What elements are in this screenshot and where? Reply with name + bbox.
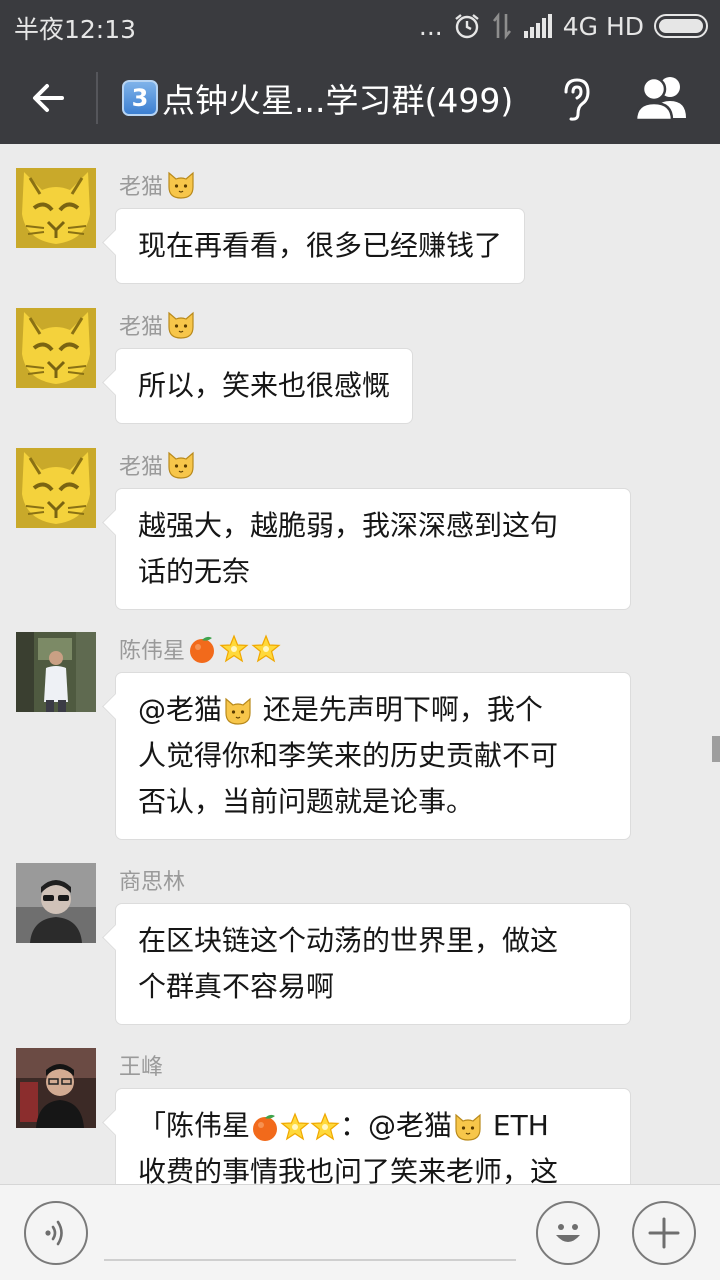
signal-icon <box>523 14 552 38</box>
star-emoji-icon <box>219 634 249 664</box>
alarm-icon <box>454 14 479 39</box>
avatar-wang-feng[interactable] <box>16 1048 96 1128</box>
message-text: 话的无奈 <box>138 555 251 588</box>
cat-emoji-icon <box>165 169 197 201</box>
message-bubble[interactable]: 所以，笑来也很感慨 <box>115 348 414 424</box>
sender-name-text: 商思林 <box>119 870 186 895</box>
avatar-cat[interactable] <box>16 168 96 248</box>
orange-emoji-icon <box>187 634 217 664</box>
message-bubble[interactable]: 越强大，越脆弱，我深深感到这句 话的无奈 <box>115 488 631 610</box>
sender-name-text: 老猫 <box>119 315 164 340</box>
message-text: 还是先声明下啊，我个 <box>254 693 543 726</box>
message-input[interactable] <box>104 1199 516 1261</box>
quote-text: ETH <box>484 1109 549 1142</box>
message-text: 人觉得你和李笑来的历史贡献不可 <box>138 739 559 772</box>
message-bubble[interactable]: 在区块链这个动荡的世界里，做这 个群真不容易啊 <box>115 903 631 1025</box>
star-emoji-icon <box>251 634 281 664</box>
mention-text[interactable]: @老猫 <box>138 693 222 726</box>
back-arrow-icon <box>33 84 64 112</box>
keycap-badge: 3 <box>122 80 158 116</box>
sender-name: 老猫 <box>119 169 197 201</box>
sender-name-text: 王峰 <box>119 1055 164 1080</box>
message-bubble[interactable]: 「陈伟星 ：@老猫 ETH 收费的事情我也问了笑来老师，这 <box>115 1088 631 1184</box>
ear-icon <box>564 78 590 121</box>
cat-emoji-icon <box>165 449 197 481</box>
cat-emoji-icon <box>222 695 254 727</box>
star-emoji-icon <box>310 1112 340 1142</box>
scrollbar-thumb[interactable] <box>712 736 720 762</box>
message-bubble[interactable]: @老猫 还是先声明下啊，我个 人觉得你和李笑来的历史贡献不可 否认，当前问题就是… <box>115 672 631 840</box>
voice-button[interactable] <box>24 1201 88 1265</box>
sender-name: 陈伟星 <box>119 633 281 665</box>
message-text: 在区块链这个动荡的世界里，做这 <box>138 924 559 957</box>
plus-button[interactable] <box>632 1201 696 1265</box>
message-text: 所以，笑来也很感慨 <box>138 369 391 402</box>
message-text: 收费的事情我也问了笑来老师，这 <box>138 1155 559 1184</box>
emoji-icon <box>556 1224 580 1242</box>
message-text: 越强大，越脆弱，我深深感到这句 <box>138 509 559 542</box>
chat-header: 3 点钟火星...学习群(499) <box>0 52 720 144</box>
cat-emoji-icon <box>165 309 197 341</box>
data-transfer-icon <box>492 12 511 40</box>
sender-name: 老猫 <box>119 449 197 481</box>
group-members-button[interactable] <box>630 72 698 124</box>
message-line: @老猫 还是先声明下啊，我个 <box>138 687 608 733</box>
avatar-cat[interactable] <box>16 308 96 388</box>
avatar-shang-silin[interactable] <box>16 863 96 943</box>
sender-name: 商思林 <box>119 864 185 896</box>
emoji-button[interactable] <box>536 1201 600 1265</box>
status-bar: 半夜12:13 ... 4G HD <box>0 0 720 52</box>
cat-emoji-icon <box>452 1111 484 1143</box>
orange-emoji-icon <box>250 1112 280 1142</box>
message-line: 「陈伟星 ：@老猫 ETH <box>138 1103 608 1149</box>
message-text: 否认，当前问题就是论事。 <box>138 785 475 818</box>
quote-text: ：@老猫 <box>340 1109 453 1142</box>
message-bubble[interactable]: 现在再看看，很多已经赚钱了 <box>115 208 526 284</box>
sender-name-text: 老猫 <box>119 175 164 200</box>
status-icons: ... 4G HD <box>419 8 708 44</box>
voice-icon <box>45 1220 63 1246</box>
sender-name: 王峰 <box>119 1049 163 1081</box>
status-time: 半夜12:13 <box>14 15 137 44</box>
avatar-chen-weixing[interactable] <box>16 632 96 712</box>
message-list[interactable]: 老猫 现在再看看，很多已经赚钱了 老猫 所以，笑来也很感慨 老猫 越强大，越脆弱… <box>0 144 720 1184</box>
quote-text: 「陈伟星 <box>138 1109 251 1142</box>
back-button[interactable] <box>20 70 76 126</box>
sender-name: 老猫 <box>119 309 197 341</box>
input-bar <box>0 1184 720 1280</box>
sender-name-text: 陈伟星 <box>119 639 186 664</box>
header-divider <box>96 72 98 124</box>
ear-button[interactable] <box>552 72 600 124</box>
avatar-cat[interactable] <box>16 448 96 528</box>
star-emoji-icon <box>280 1112 310 1142</box>
group-title: 点钟火星...学习群(499) <box>162 81 514 120</box>
message-text: 个群真不容易啊 <box>138 970 335 1003</box>
sender-name-text: 老猫 <box>119 455 164 480</box>
network-label: 4G HD <box>562 11 644 41</box>
battery-icon <box>654 14 708 38</box>
message-text: 现在再看看，很多已经赚钱了 <box>138 229 503 262</box>
plus-icon <box>648 1217 680 1249</box>
group-members-icon <box>634 76 686 122</box>
status-dots: ... <box>418 11 443 41</box>
chat-title: 3 点钟火星...学习群(499) <box>122 74 542 122</box>
